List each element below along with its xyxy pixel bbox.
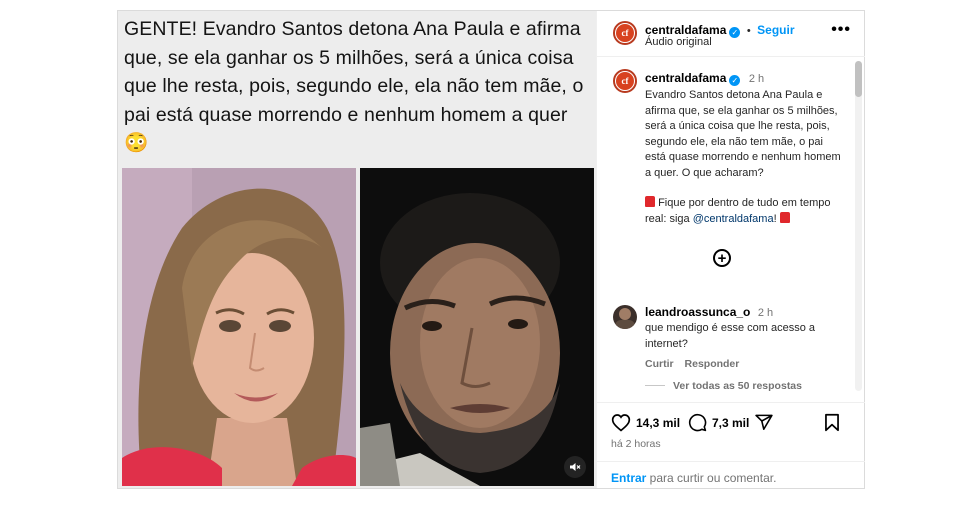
photo-ana-paula [122,168,356,486]
comment-time: 2 h [757,307,774,319]
verified-badge-icon: ✓ [729,75,741,86]
like-count: 14,3 mil [636,415,681,430]
brand-logo-icon: cf [616,72,634,90]
photo-evandro-santos [360,168,594,486]
caption-text: Evandro Santos detona Ana Paula e afirma… [645,89,841,179]
cta-suffix: ! [773,212,777,225]
comments-scrollbar[interactable] [855,61,862,391]
follow-button[interactable]: Seguir [757,23,794,37]
brand-logo-icon: cf [616,24,634,42]
media-headline: GENTE! Evandro Santos detona Ana Paula e… [124,18,584,154]
author-avatar[interactable]: cf [613,21,637,45]
save-button[interactable] [824,413,840,432]
login-prompt: Entrar para curtir ou comentar. [611,471,776,485]
comments-scroll-area[interactable]: cf centraldafama ✓ 2 h Evandro Santos det… [597,57,865,402]
audio-label[interactable]: Áudio original [645,36,712,48]
caption-avatar[interactable]: cf [613,69,637,93]
comment-count: 7,3 mil [712,415,750,430]
separator-dot: • [746,25,751,37]
footer-divider [597,461,865,462]
verified-badge-icon: ✓ [729,27,741,38]
post-timestamp: há 2 horas [611,438,661,450]
post-header: cf centraldafama ✓ • Seguir Áudio origina… [597,11,865,57]
login-link[interactable]: Entrar [611,471,646,485]
view-replies-link[interactable]: Ver todas as 50 respostas [645,380,845,392]
comment-like-button[interactable]: Curtir [645,358,674,370]
bookmark-icon [825,413,839,432]
send-icon [755,414,773,431]
author-username[interactable]: centraldafama [645,23,726,37]
comment-button[interactable]: 7,3 mil [688,413,749,432]
login-prompt-text: para curtir ou comentar. [646,471,777,485]
caption-username[interactable]: centraldafama [645,71,726,85]
muted-speaker-icon [570,463,581,471]
post-actions-footer: 14,3 mil 7,3 mil há 2 horas Entrar para … [597,402,865,488]
cta-mention-link[interactable]: @centraldafama [693,213,774,225]
add-circle-icon[interactable]: + [713,249,731,267]
siren-emoji-icon [645,196,655,207]
instagram-post: GENTE! Evandro Santos detona Ana Paula e… [117,10,865,489]
like-button[interactable]: 14,3 mil [611,413,680,432]
caption-time: 2 h [748,73,765,85]
share-button[interactable] [754,413,774,432]
mute-button[interactable] [564,456,586,478]
more-options-icon[interactable]: ••• [831,21,851,39]
comment-text: que mendigo é esse com acesso a internet… [645,322,815,350]
comment-username[interactable]: leandroassunca_o [645,305,750,319]
post-media[interactable]: GENTE! Evandro Santos detona Ana Paula e… [118,11,596,488]
comment-icon [688,413,707,432]
caption-cta: Fique por dentro de tudo em tempo real: … [645,196,845,227]
scrollbar-thumb[interactable] [855,61,862,97]
view-replies-label: Ver todas as 50 respostas [673,380,802,392]
siren-emoji-icon [779,211,790,223]
heart-icon [611,414,631,432]
post-sidebar: cf centraldafama ✓ • Seguir Áudio origina… [596,11,865,488]
replies-divider [645,385,665,386]
commenter-avatar[interactable] [613,305,637,329]
comment-reply-button[interactable]: Responder [685,358,740,370]
